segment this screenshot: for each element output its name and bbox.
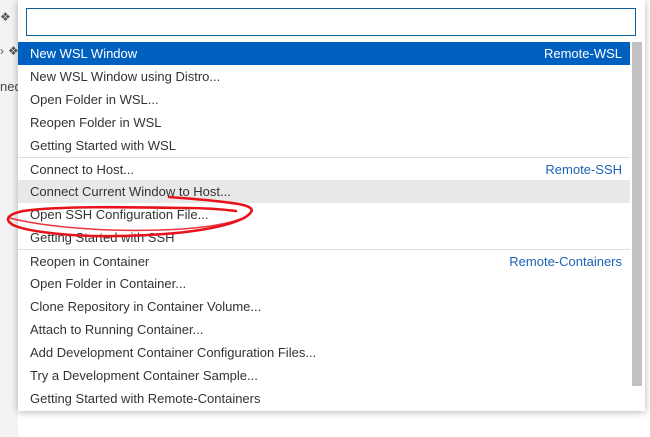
- quick-pick-item-label: Open SSH Configuration File...: [30, 207, 209, 222]
- extension-icon: ❖: [0, 10, 11, 24]
- quick-pick-filter-container: [26, 8, 636, 36]
- quick-pick-item[interactable]: New WSL Window Remote-WSL: [18, 42, 630, 65]
- quick-pick-item-label: Getting Started with SSH: [30, 230, 175, 245]
- quick-pick-item[interactable]: Reopen Folder in WSL: [18, 111, 630, 134]
- quick-pick-item-label: Try a Development Container Sample...: [30, 368, 258, 383]
- quick-pick-filter-input[interactable]: [26, 8, 636, 36]
- quick-pick-item[interactable]: Getting Started with WSL: [18, 134, 630, 157]
- quick-pick-item[interactable]: Try a Development Container Sample...: [18, 364, 630, 387]
- quick-pick-group-label: Remote-SSH: [545, 162, 622, 177]
- quick-pick-item[interactable]: Open Folder in Container...: [18, 272, 630, 295]
- quick-pick-item-label: Getting Started with Remote-Containers: [30, 391, 261, 406]
- quick-pick-item[interactable]: Add Development Container Configuration …: [18, 341, 630, 364]
- quick-pick-item-label: Reopen Folder in WSL: [30, 115, 162, 130]
- quick-pick-group-label: Remote-Containers: [509, 254, 622, 269]
- quick-pick-item[interactable]: Reopen in Container Remote-Containers: [18, 249, 630, 272]
- quick-pick-item-label: New WSL Window: [30, 46, 138, 61]
- quick-pick: New WSL Window Remote-WSL New WSL Window u…: [18, 0, 645, 411]
- quick-pick-item[interactable]: Attach to Running Container...: [18, 318, 630, 341]
- quick-pick-item-label: Add Development Container Configuration …: [30, 345, 317, 360]
- quick-pick-item-label: Getting Started with WSL: [30, 138, 176, 153]
- quick-pick-item-label: Connect to Host...: [30, 162, 135, 177]
- quick-pick-list: New WSL Window Remote-WSL New WSL Window u…: [18, 42, 630, 410]
- quick-pick-item[interactable]: New WSL Window using Distro...: [18, 65, 630, 88]
- quick-pick-item-label: Clone Repository in Container Volume...: [30, 299, 262, 314]
- quick-pick-item-label: Reopen in Container: [30, 254, 150, 269]
- quick-pick-item[interactable]: Open SSH Configuration File...: [18, 203, 630, 226]
- quick-pick-item[interactable]: Getting Started with Remote-Containers: [18, 387, 630, 410]
- quick-pick-item[interactable]: Clone Repository in Container Volume...: [18, 295, 630, 318]
- quick-pick-group-label: Remote-WSL: [543, 46, 622, 61]
- quick-pick-item-label: New WSL Window using Distro...: [30, 69, 221, 84]
- quick-pick-item[interactable]: Connect Current Window to Host...: [18, 180, 630, 203]
- quick-pick-item-label: Attach to Running Container...: [30, 322, 204, 337]
- chevron-right-icon: ›: [0, 44, 4, 58]
- quick-pick-item[interactable]: Connect to Host... Remote-SSH: [18, 157, 630, 180]
- scrollbar[interactable]: [632, 42, 642, 386]
- quick-pick-item-label: Open Folder in Container...: [30, 276, 187, 291]
- quick-pick-item-label: Connect Current Window to Host...: [30, 184, 231, 199]
- quick-pick-item[interactable]: Open Folder in WSL...: [18, 88, 630, 111]
- quick-pick-item[interactable]: Getting Started with SSH: [18, 226, 630, 249]
- editor-background: ❖ › ❖ ned: [0, 0, 22, 437]
- quick-pick-item-label: Open Folder in WSL...: [30, 92, 159, 107]
